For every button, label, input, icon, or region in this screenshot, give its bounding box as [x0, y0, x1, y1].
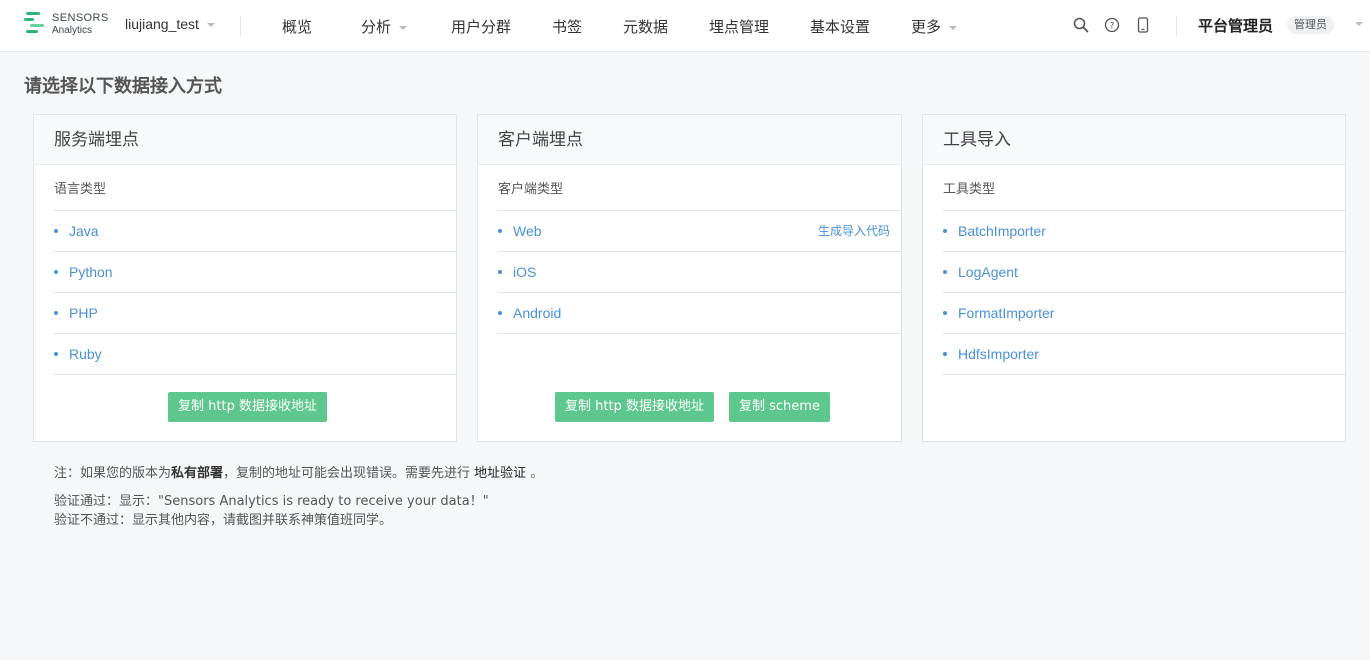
chevron-down-icon[interactable]: [1355, 22, 1363, 26]
address-verify-link[interactable]: 地址验证: [474, 466, 526, 481]
item-label: Python: [69, 264, 113, 280]
bullet-icon: [498, 311, 502, 315]
item-label: Web: [513, 223, 542, 239]
note-suffix: 。: [526, 466, 544, 481]
tool-import-card: 工具导入 工具类型 BatchImporter LogAgent FormatI…: [922, 114, 1346, 442]
bullet-icon: [498, 270, 502, 274]
header-divider: [240, 16, 241, 36]
nav-more[interactable]: 更多: [911, 16, 958, 37]
logo-mark-icon: [24, 12, 44, 33]
card-subtitle: 工具类型: [943, 165, 1345, 211]
user-name[interactable]: 平台管理员: [1198, 15, 1273, 36]
note-bold: 私有部署: [171, 466, 224, 481]
item-label: Java: [69, 223, 99, 239]
bullet-icon: [943, 352, 947, 356]
nav-analysis-label: 分析: [361, 18, 392, 36]
bullet-icon: [54, 311, 58, 315]
list-item[interactable]: Java: [54, 211, 456, 252]
client-type-list: Web 生成导入代码 iOS Android: [498, 211, 901, 334]
card-title: 服务端埋点: [34, 115, 456, 165]
nav-tracking-management[interactable]: 埋点管理: [709, 16, 769, 37]
header-divider-right: [1176, 16, 1177, 36]
server-side-card: 服务端埋点 语言类型 Java Python PHP Ruby 复制 http …: [33, 114, 457, 442]
nav-bookmarks[interactable]: 书签: [552, 16, 582, 37]
nav-user-segment[interactable]: 用户分群: [451, 16, 511, 37]
card-subtitle: 语言类型: [54, 165, 456, 211]
copy-http-url-button[interactable]: 复制 http 数据接收地址: [555, 392, 714, 422]
item-label: FormatImporter: [958, 305, 1055, 321]
card-subtitle: 客户端类型: [498, 165, 901, 211]
copy-http-url-button[interactable]: 复制 http 数据接收地址: [168, 392, 327, 422]
deployment-note: 注：如果您的版本为私有部署，复制的地址可能会出现错误。需要先进行 地址验证 。: [54, 462, 543, 481]
list-item[interactable]: Android: [498, 293, 901, 334]
page-title: 请选择以下数据接入方式: [24, 76, 222, 97]
role-badge: 管理员: [1287, 16, 1334, 34]
project-name: liujiang_test: [125, 16, 199, 32]
copy-scheme-button[interactable]: 复制 scheme: [729, 392, 830, 422]
nav-more-label: 更多: [911, 18, 942, 36]
list-item[interactable]: LogAgent: [943, 252, 1345, 293]
project-selector[interactable]: liujiang_test: [125, 16, 215, 32]
item-label: Ruby: [69, 346, 102, 362]
logo-text-line1: SENSORS: [52, 12, 109, 24]
list-item[interactable]: Web 生成导入代码: [498, 211, 901, 252]
list-item[interactable]: BatchImporter: [943, 211, 1345, 252]
item-label: HdfsImporter: [958, 346, 1039, 362]
logo-text-line2: Analytics: [52, 25, 93, 36]
nav-overview[interactable]: 概览: [282, 16, 312, 37]
bullet-icon: [943, 270, 947, 274]
list-item[interactable]: iOS: [498, 252, 901, 293]
svg-text:?: ?: [1110, 22, 1115, 32]
client-side-card: 客户端埋点 客户端类型 Web 生成导入代码 iOS Android 复制 htt…: [477, 114, 902, 442]
bullet-icon: [943, 229, 947, 233]
item-label: BatchImporter: [958, 223, 1046, 239]
tool-list: BatchImporter LogAgent FormatImporter Hd…: [943, 211, 1345, 375]
item-label: iOS: [513, 264, 537, 280]
item-label: PHP: [69, 305, 98, 321]
nav-metadata[interactable]: 元数据: [623, 16, 668, 37]
bullet-icon: [54, 270, 58, 274]
nav-analysis[interactable]: 分析: [361, 16, 408, 37]
verify-pass-note: 验证通过：显示："Sensors Analytics is ready to r…: [54, 494, 489, 509]
bullet-icon: [54, 229, 58, 233]
note-prefix: 注：如果您的版本为: [54, 466, 172, 481]
item-label: Android: [513, 305, 562, 321]
bullet-icon: [498, 229, 502, 233]
list-item[interactable]: HdfsImporter: [943, 334, 1345, 375]
mobile-icon[interactable]: [1135, 17, 1151, 33]
chevron-down-icon: [949, 25, 958, 30]
nav-basic-settings[interactable]: 基本设置: [810, 16, 870, 37]
search-icon[interactable]: [1073, 17, 1089, 33]
list-item[interactable]: Python: [54, 252, 456, 293]
chevron-down-icon: [206, 23, 215, 28]
language-list: Java Python PHP Ruby: [54, 211, 456, 375]
card-title: 客户端埋点: [478, 115, 901, 165]
help-icon[interactable]: ?: [1104, 17, 1120, 33]
verify-fail-note: 验证不通过：显示其他内容，请截图并联系神策值班同学。: [54, 513, 393, 528]
bullet-icon: [54, 352, 58, 356]
bullet-icon: [943, 311, 947, 315]
sensors-logo[interactable]: SENSORS Analytics: [24, 11, 110, 39]
list-item[interactable]: PHP: [54, 293, 456, 334]
card-title: 工具导入: [923, 115, 1345, 165]
generate-code-link[interactable]: 生成导入代码: [818, 211, 890, 251]
list-item[interactable]: Ruby: [54, 334, 456, 375]
chevron-down-icon: [399, 25, 408, 30]
list-item[interactable]: FormatImporter: [943, 293, 1345, 334]
top-navbar: SENSORS Analytics liujiang_test 概览 分析 用户…: [0, 0, 1370, 52]
note-middle: ，复制的地址可能会出现错误。需要先进行: [223, 466, 475, 481]
item-label: LogAgent: [958, 264, 1018, 280]
